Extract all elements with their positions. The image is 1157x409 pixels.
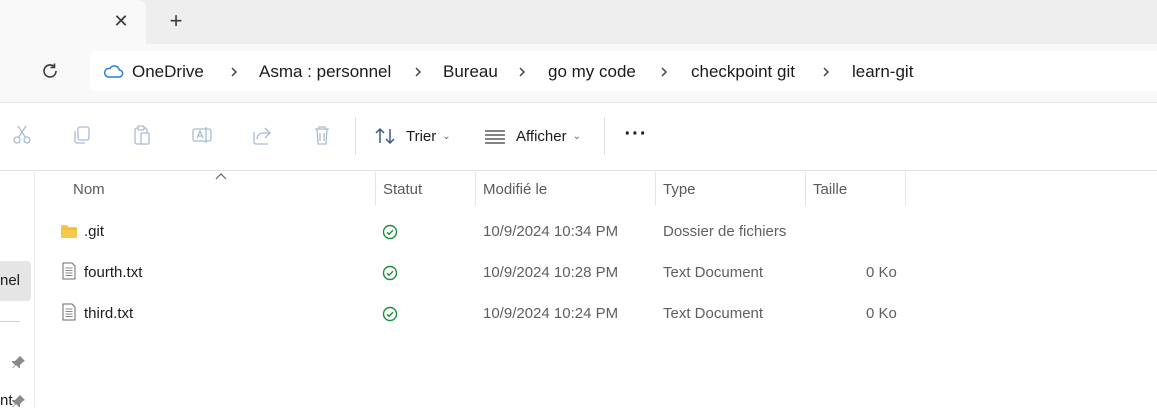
file-modified: 10/9/2024 10:24 PM <box>483 305 619 322</box>
breadcrumb-chevron-icon[interactable] <box>820 62 832 82</box>
column-header-size[interactable]: Taille <box>813 180 847 200</box>
list-view-icon <box>485 130 505 144</box>
column-header-status[interactable]: Statut <box>383 180 422 200</box>
folder-icon <box>61 225 77 238</box>
onedrive-cloud-icon <box>103 65 124 78</box>
paste-icon[interactable] <box>131 124 153 146</box>
chevron-down-icon: ⌄ <box>572 130 581 142</box>
pin-icon <box>12 356 25 368</box>
file-size: 0 Ko <box>866 305 897 322</box>
breadcrumb-onedrive[interactable]: OneDrive <box>132 62 204 82</box>
breadcrumb-chevron-icon[interactable] <box>412 62 424 82</box>
chevron-down-icon: ⌄ <box>442 130 451 142</box>
breadcrumb-bureau[interactable]: Bureau <box>443 62 498 82</box>
breadcrumb-learn-git[interactable]: learn-git <box>852 62 913 82</box>
pane-splitter[interactable] <box>34 172 35 407</box>
copy-icon[interactable] <box>71 124 93 146</box>
sidebar-item-label: nel <box>0 272 21 289</box>
more-options-icon[interactable]: ··· <box>624 124 648 148</box>
cut-icon[interactable] <box>11 124 33 146</box>
file-type: Text Document <box>663 264 764 281</box>
file-type: Dossier de fichiers <box>663 223 787 240</box>
sync-ok-icon <box>382 306 398 322</box>
sync-ok-icon <box>382 224 398 240</box>
breadcrumb-personnel[interactable]: Asma : personnel <box>259 62 391 82</box>
toolbar-divider <box>355 117 356 155</box>
breadcrumb-go-my-code[interactable]: go my code <box>548 62 636 82</box>
column-divider[interactable] <box>805 172 806 206</box>
breadcrumb-chevron-icon[interactable] <box>658 62 670 82</box>
view-label: Afficher <box>516 127 567 145</box>
column-divider[interactable] <box>475 172 476 206</box>
refresh-icon[interactable] <box>39 60 61 82</box>
file-name: fourth.txt <box>84 264 143 281</box>
column-header-type[interactable]: Type <box>663 180 696 200</box>
file-size: 0 Ko <box>866 264 897 281</box>
file-modified: 10/9/2024 10:34 PM <box>483 223 619 240</box>
text-file-icon <box>62 303 76 321</box>
close-tab-icon[interactable]: ✕ <box>110 10 132 32</box>
text-file-icon <box>62 262 76 280</box>
file-type: Text Document <box>663 305 764 322</box>
column-divider[interactable] <box>375 172 376 206</box>
view-button[interactable]: Afficher ⌄ <box>484 124 581 148</box>
file-name: .git <box>84 223 105 240</box>
sort-label: Trier <box>406 127 437 145</box>
sort-arrows-icon <box>375 127 395 145</box>
column-divider[interactable] <box>655 172 656 206</box>
pin-icon <box>12 395 25 407</box>
new-tab-button[interactable]: + <box>164 9 188 33</box>
sort-ascending-icon <box>215 173 227 180</box>
rename-icon[interactable] <box>191 124 213 146</box>
column-header-modified[interactable]: Modifié le <box>483 180 547 200</box>
delete-icon[interactable] <box>311 124 333 146</box>
file-name: third.txt <box>84 305 134 322</box>
sidebar-item-label: nt <box>0 392 13 409</box>
column-divider[interactable] <box>905 172 906 206</box>
toolbar-divider <box>604 117 605 155</box>
breadcrumb-checkpoint-git[interactable]: checkpoint git <box>691 62 795 82</box>
breadcrumb-chevron-icon[interactable] <box>228 62 240 82</box>
sync-ok-icon <box>382 265 398 281</box>
share-icon[interactable] <box>251 124 273 146</box>
file-modified: 10/9/2024 10:28 PM <box>483 264 619 281</box>
sidebar-divider <box>0 321 20 322</box>
sort-button[interactable]: Trier ⌄ <box>374 124 451 148</box>
content-divider <box>0 170 1157 171</box>
breadcrumb-chevron-icon[interactable] <box>516 62 528 82</box>
column-header-name[interactable]: Nom <box>73 180 105 200</box>
